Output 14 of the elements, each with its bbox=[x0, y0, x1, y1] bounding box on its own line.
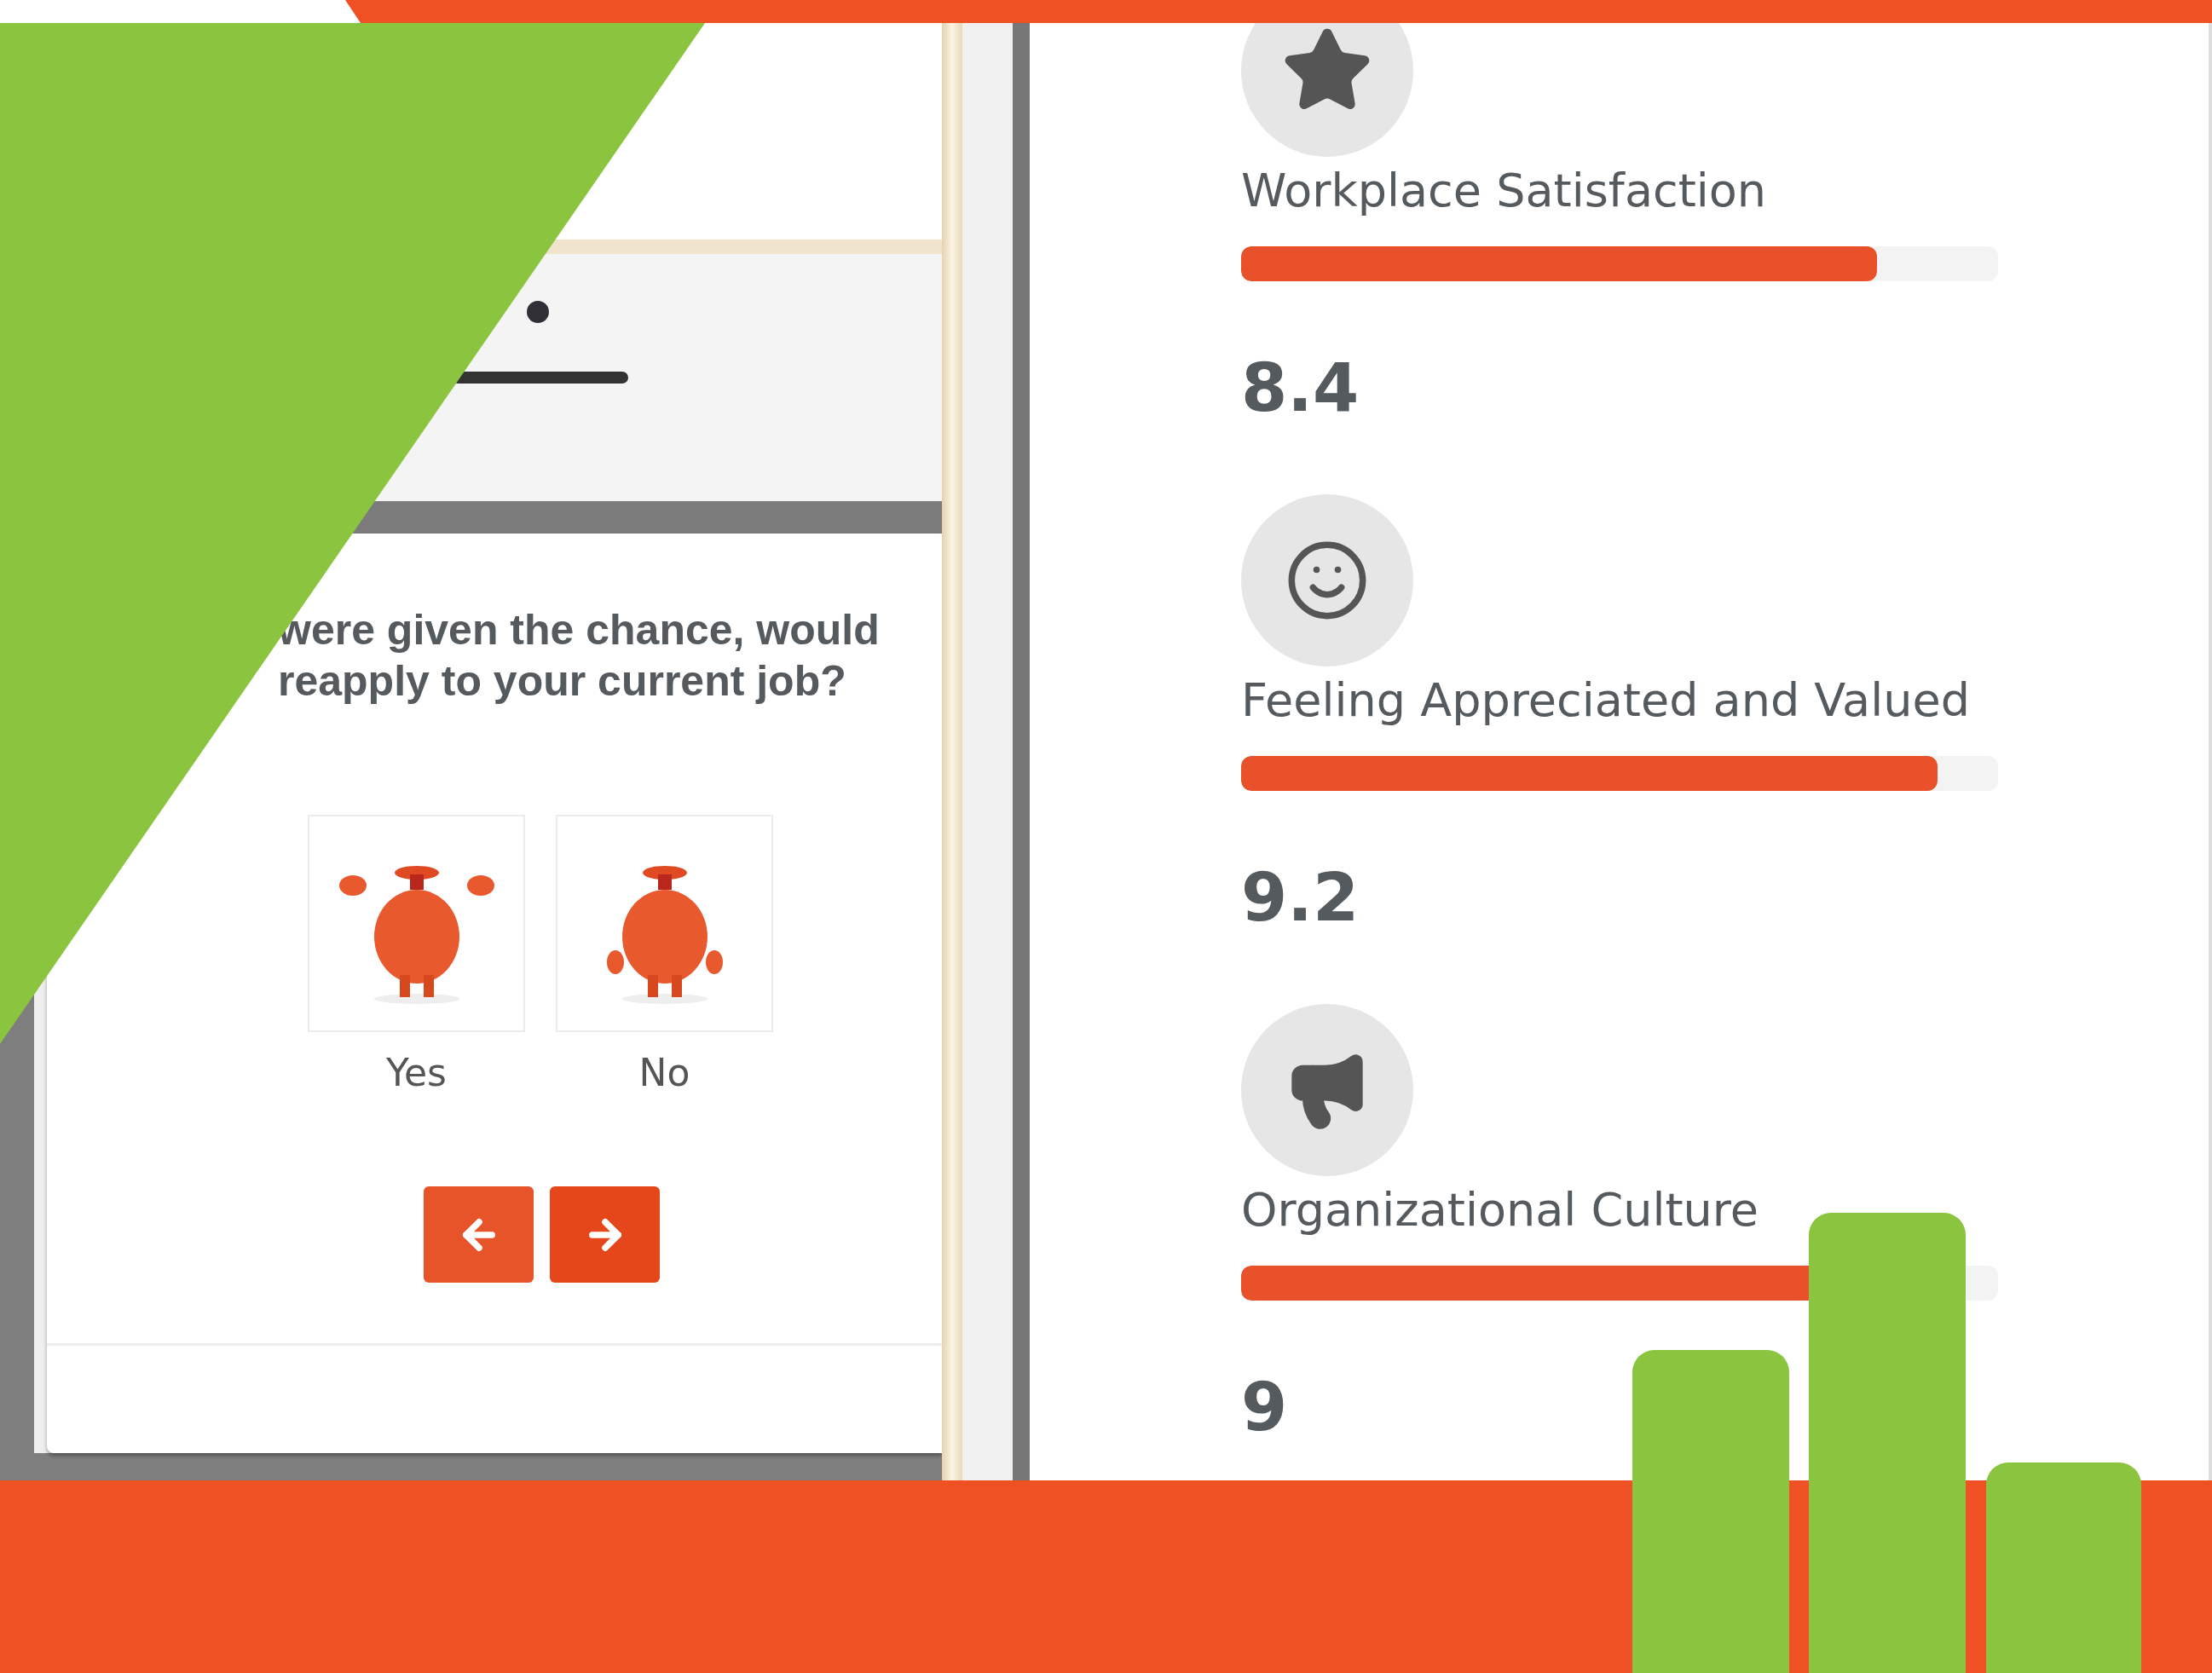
metric-score: 9 bbox=[1241, 1369, 1288, 1445]
metric-score: 9.2 bbox=[1241, 859, 1360, 936]
metric-title: Workplace Satisfaction bbox=[1241, 165, 1767, 216]
metric-title: Feeling Appreciated and Valued bbox=[1241, 675, 1970, 726]
option-label: No bbox=[638, 1051, 690, 1095]
option-label: Yes bbox=[386, 1051, 447, 1095]
answer-option[interactable] bbox=[308, 815, 525, 1032]
back-button[interactable] bbox=[424, 1186, 534, 1283]
metric-score: 8.4 bbox=[1241, 349, 1360, 426]
metric-title: Organizational Culture bbox=[1241, 1185, 1759, 1236]
camera-dot bbox=[527, 301, 549, 323]
question-text: reapply to your current job? bbox=[278, 656, 847, 706]
next-button[interactable] bbox=[550, 1186, 660, 1283]
answer-option[interactable] bbox=[556, 815, 773, 1032]
